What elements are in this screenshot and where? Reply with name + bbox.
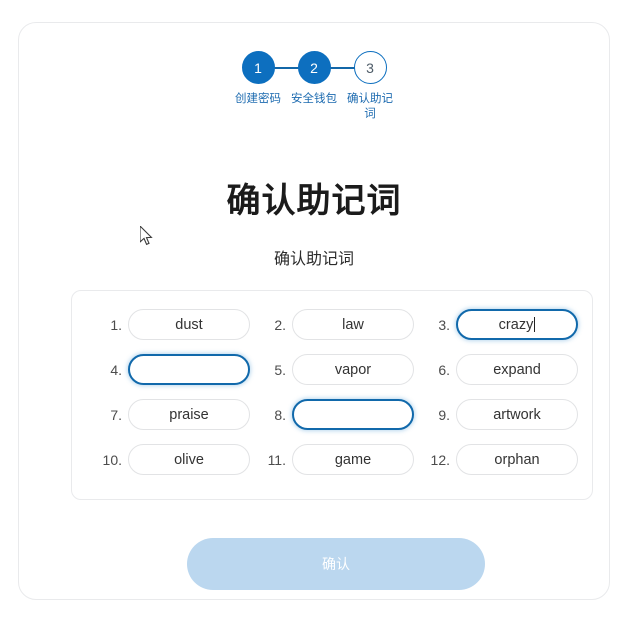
mnemonic-word-input[interactable] <box>292 399 414 430</box>
mnemonic-word-value: praise <box>169 406 209 423</box>
step-number-3: 3 <box>366 59 374 76</box>
mnemonic-word-input[interactable]: dust <box>128 309 250 340</box>
step-circle-2: 2 <box>297 51 331 84</box>
mnemonic-word-cell: 6. expand <box>414 354 578 385</box>
stepper-step-3[interactable]: 3 确认助记词 <box>342 51 398 122</box>
mnemonic-word-input[interactable]: expand <box>456 354 578 385</box>
mnemonic-word-cell: 4. <box>86 354 250 385</box>
text-caret <box>534 317 536 332</box>
mnemonic-word-index: 6. <box>438 361 450 378</box>
mnemonic-word-value: crazy <box>498 316 534 333</box>
mnemonic-word-cell: 5. vapor <box>250 354 414 385</box>
mnemonic-word-cell: 8. <box>250 399 414 430</box>
step-number-2: 2 <box>310 59 318 76</box>
stepper-step-2[interactable]: 2 安全钱包 <box>286 51 342 107</box>
mnemonic-word-index: 2. <box>274 316 286 333</box>
mnemonic-word-index: 12. <box>430 451 450 468</box>
stepper-step-1[interactable]: 1 创建密码 <box>230 51 286 107</box>
mnemonic-words-panel: 1. dust 2. law 3. crazy 4. 5. vapor 6. expand 7. pra… <box>71 290 593 500</box>
page-root: 1 创建密码 2 安全钱包 3 确认助记词 确认助记词 确认助记词 1. dus… <box>0 0 626 621</box>
mnemonic-word-index: 9. <box>438 406 450 423</box>
step-label-3: 确认助记词 <box>347 93 393 120</box>
confirm-button[interactable]: 确认 <box>187 538 485 590</box>
mnemonic-word-cell: 7. praise <box>86 399 250 430</box>
mnemonic-word-value: artwork <box>493 406 541 423</box>
mnemonic-word-index: 1. <box>110 316 122 333</box>
mnemonic-word-input[interactable]: vapor <box>292 354 414 385</box>
mnemonic-word-index: 3. <box>438 316 450 333</box>
mnemonic-word-input[interactable]: law <box>292 309 414 340</box>
mnemonic-word-value: dust <box>175 316 203 333</box>
step-circle-3: 3 <box>353 51 387 84</box>
mnemonic-word-value: olive <box>174 451 204 468</box>
step-label-2: 安全钱包 <box>291 93 337 105</box>
mnemonic-word-cell: 11. game <box>250 444 414 475</box>
mnemonic-word-input[interactable]: game <box>292 444 414 475</box>
step-circle-1: 1 <box>241 51 275 84</box>
wallet-card: 1 创建密码 2 安全钱包 3 确认助记词 确认助记词 确认助记词 1. dus… <box>18 22 610 600</box>
page-subtitle: 确认助记词 <box>273 251 354 268</box>
mnemonic-word-index: 5. <box>274 361 286 378</box>
mnemonic-word-value: law <box>342 316 364 333</box>
stepper-track: 1 创建密码 2 安全钱包 3 确认助记词 <box>230 51 398 122</box>
mnemonic-word-value: expand <box>493 361 541 378</box>
mnemonic-word-cell: 10. olive <box>86 444 250 475</box>
mnemonic-word-index: 8. <box>274 406 286 423</box>
mnemonic-word-cell: 3. crazy <box>414 309 578 340</box>
mnemonic-word-input[interactable]: orphan <box>456 444 578 475</box>
mnemonic-word-cell: 9. artwork <box>414 399 578 430</box>
progress-stepper: 1 创建密码 2 安全钱包 3 确认助记词 <box>19 51 609 122</box>
mnemonic-word-input[interactable] <box>128 354 250 385</box>
mnemonic-word-input[interactable]: crazy <box>456 309 578 340</box>
mnemonic-word-index: 7. <box>110 406 122 423</box>
mnemonic-word-index: 10. <box>102 451 122 468</box>
mnemonic-words-grid: 1. dust 2. law 3. crazy 4. 5. vapor 6. expand 7. pra… <box>86 309 578 475</box>
mnemonic-word-input[interactable]: praise <box>128 399 250 430</box>
mnemonic-word-cell: 12. orphan <box>414 444 578 475</box>
mnemonic-word-index: 11. <box>267 451 286 468</box>
mnemonic-word-input[interactable]: artwork <box>456 399 578 430</box>
step-number-1: 1 <box>254 59 262 76</box>
mnemonic-word-index: 4. <box>110 361 122 378</box>
mnemonic-word-value: game <box>334 451 372 468</box>
step-label-1: 创建密码 <box>235 93 281 105</box>
mnemonic-word-value: orphan <box>494 451 540 468</box>
mnemonic-word-input[interactable]: olive <box>128 444 250 475</box>
mnemonic-word-value: vapor <box>334 361 372 378</box>
page-title: 确认助记词 <box>226 182 402 220</box>
mnemonic-word-cell: 1. dust <box>86 309 250 340</box>
mnemonic-word-cell: 2. law <box>250 309 414 340</box>
